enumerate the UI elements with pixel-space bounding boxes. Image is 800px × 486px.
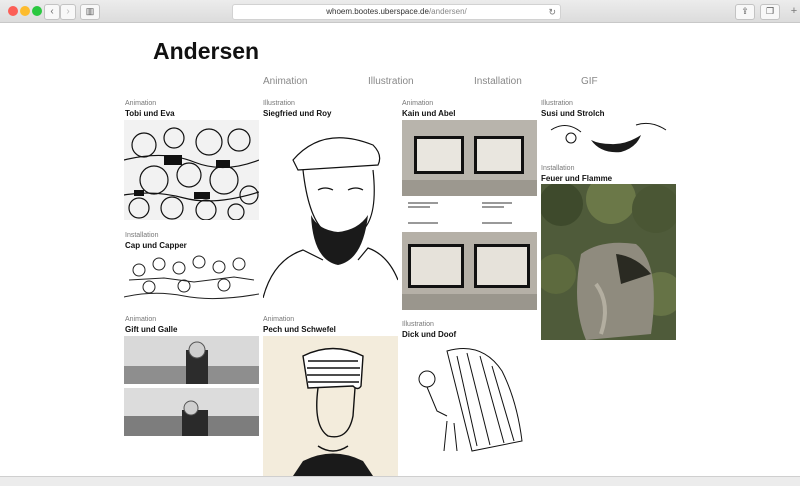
back-arrow-icon[interactable]: ‹: [44, 4, 60, 20]
cap-und-capper-thumbnail[interactable]: [124, 252, 259, 302]
item-category: Installation: [541, 165, 575, 172]
filter-installation[interactable]: Installation: [474, 76, 522, 87]
sidebar-icon[interactable]: ▥: [80, 4, 100, 20]
filter-animation[interactable]: Animation: [263, 76, 307, 87]
page-title: Andersen: [153, 38, 260, 64]
close-window-icon[interactable]: [8, 6, 18, 16]
url-host: whoem.bootes.uberspace.de: [326, 7, 429, 16]
gift-und-galle-thumbnail-1[interactable]: [124, 336, 259, 384]
item-category: Animation: [125, 316, 157, 323]
filter-gif[interactable]: GIF: [581, 76, 598, 87]
tobi-und-eva-thumbnail[interactable]: [124, 120, 259, 220]
item-title[interactable]: Kain und Abel: [402, 109, 455, 118]
item-category: Illustration: [263, 100, 295, 107]
item-category: Illustration: [541, 100, 573, 107]
siegfried-und-roy-thumbnail[interactable]: [263, 120, 398, 298]
browser-toolbar: ‹ › ▥ whoem.bootes.uberspace.de/andersen…: [0, 0, 800, 23]
item-title[interactable]: Dick und Doof: [402, 330, 456, 339]
item-category: Installation: [125, 232, 159, 239]
item-category: Animation: [125, 100, 157, 107]
item-title[interactable]: Tobi und Eva: [125, 109, 175, 118]
new-tab-icon[interactable]: +: [788, 4, 800, 18]
kain-und-abel-thumbnail-2[interactable]: [402, 232, 537, 310]
item-title[interactable]: Siegfried und Roy: [263, 109, 331, 118]
item-category: Illustration: [402, 321, 434, 328]
share-icon[interactable]: ⇪: [735, 4, 755, 20]
kain-und-abel-caption: [402, 196, 537, 230]
item-title[interactable]: Gift und Galle: [125, 325, 177, 334]
zoom-window-icon[interactable]: [32, 6, 42, 16]
forward-arrow-icon[interactable]: ›: [60, 4, 76, 20]
susi-und-strolch-thumbnail[interactable]: [541, 120, 676, 154]
kain-und-abel-thumbnail-1[interactable]: [402, 120, 537, 196]
url-path: /andersen/: [428, 7, 467, 16]
pech-und-schwefel-thumbnail[interactable]: [263, 336, 398, 476]
gift-und-galle-thumbnail-2[interactable]: [124, 388, 259, 436]
reload-icon[interactable]: ↻: [548, 5, 556, 19]
minimize-window-icon[interactable]: [20, 6, 30, 16]
item-title[interactable]: Pech und Schwefel: [263, 325, 336, 334]
item-title[interactable]: Susi und Strolch: [541, 109, 605, 118]
filter-illustration[interactable]: Illustration: [368, 76, 414, 87]
item-category: Animation: [263, 316, 295, 323]
item-category: Animation: [402, 100, 434, 107]
tabs-icon[interactable]: ❐: [760, 4, 780, 20]
feuer-und-flamme-thumbnail[interactable]: [541, 184, 676, 340]
item-title[interactable]: Feuer und Flamme: [541, 174, 612, 183]
dick-und-doof-thumbnail[interactable]: [402, 341, 537, 455]
item-title[interactable]: Cap und Capper: [125, 241, 187, 250]
address-bar[interactable]: whoem.bootes.uberspace.de/andersen/ ↻: [232, 4, 561, 20]
